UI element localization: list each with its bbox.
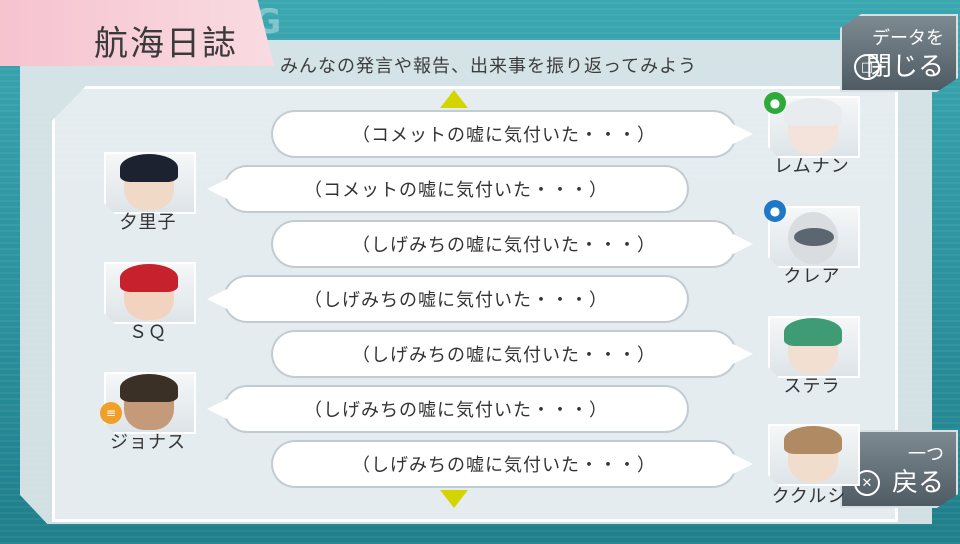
bubble-tail: [207, 289, 227, 309]
scroll-down-arrow-icon[interactable]: [440, 490, 468, 508]
hair: [120, 154, 178, 182]
orange-role-icon: ≡: [100, 402, 122, 424]
speaker-name: クレア: [783, 266, 841, 287]
message-text: （しげみちの嘘に気付いた・・・）: [352, 235, 656, 256]
hair: [120, 374, 178, 402]
hair: [784, 426, 842, 454]
page-title: 航海日誌: [94, 24, 238, 64]
message-bubble: （コメットの嘘に気付いた・・・）: [207, 167, 687, 211]
back-main-label: 戻る: [891, 468, 944, 498]
hair: [784, 318, 842, 346]
speaker-name: ジョナス: [110, 432, 186, 453]
emblem: [794, 228, 834, 246]
bubble-tail: [207, 179, 227, 199]
portrait-stella: [768, 316, 860, 378]
message-text: （コメットの嘘に気付いた・・・）: [304, 180, 608, 201]
close-data-button[interactable]: データを 閉じる □: [840, 14, 958, 92]
speaker-name: 夕里子: [119, 212, 177, 233]
hair: [784, 98, 842, 126]
bubble-tail: [207, 399, 227, 419]
message-text: （コメットの嘘に気付いた・・・）: [352, 125, 656, 146]
message-text: （しげみちの嘘に気付いた・・・）: [304, 400, 608, 421]
bubble-tail: [733, 234, 753, 254]
message-bubble: （しげみちの嘘に気付いた・・・）: [273, 332, 753, 376]
speaker-name: レムナン: [774, 156, 850, 177]
message-text: （しげみちの嘘に気付いた・・・）: [352, 345, 656, 366]
page-subtitle: みんなの発言や報告、出来事を振り返ってみよう: [280, 56, 698, 77]
speaker-name: ククルシ: [771, 486, 847, 507]
portrait-sq: [104, 262, 196, 324]
scroll-up-arrow-icon[interactable]: [440, 90, 468, 108]
blue-role-icon: ●: [764, 200, 786, 222]
message-bubble: （しげみちの嘘に気付いた・・・）: [207, 387, 687, 431]
square-button-icon: □: [854, 54, 880, 80]
message-text: （しげみちの嘘に気付いた・・・）: [304, 290, 608, 311]
bubble-tail: [733, 124, 753, 144]
hair: [120, 264, 178, 292]
message-bubble: （しげみちの嘘に気付いた・・・）: [273, 222, 753, 266]
speaker-name: ステラ: [783, 376, 841, 397]
speaker-name: ＳＱ: [129, 322, 167, 343]
message-text: （しげみちの嘘に気付いた・・・）: [352, 455, 656, 476]
portrait-kukrushka: [768, 424, 860, 486]
message-bubble: （しげみちの嘘に気付いた・・・）: [207, 277, 687, 321]
message-bubble: （コメットの嘘に気付いた・・・）: [273, 112, 753, 156]
green-role-icon: ●: [764, 92, 786, 114]
bubble-tail: [733, 454, 753, 474]
portrait-jonas: [104, 372, 196, 434]
bubble-tail: [733, 344, 753, 364]
message-bubble: （しげみちの嘘に気付いた・・・）: [273, 442, 753, 486]
portrait-yuriko: [104, 152, 196, 214]
